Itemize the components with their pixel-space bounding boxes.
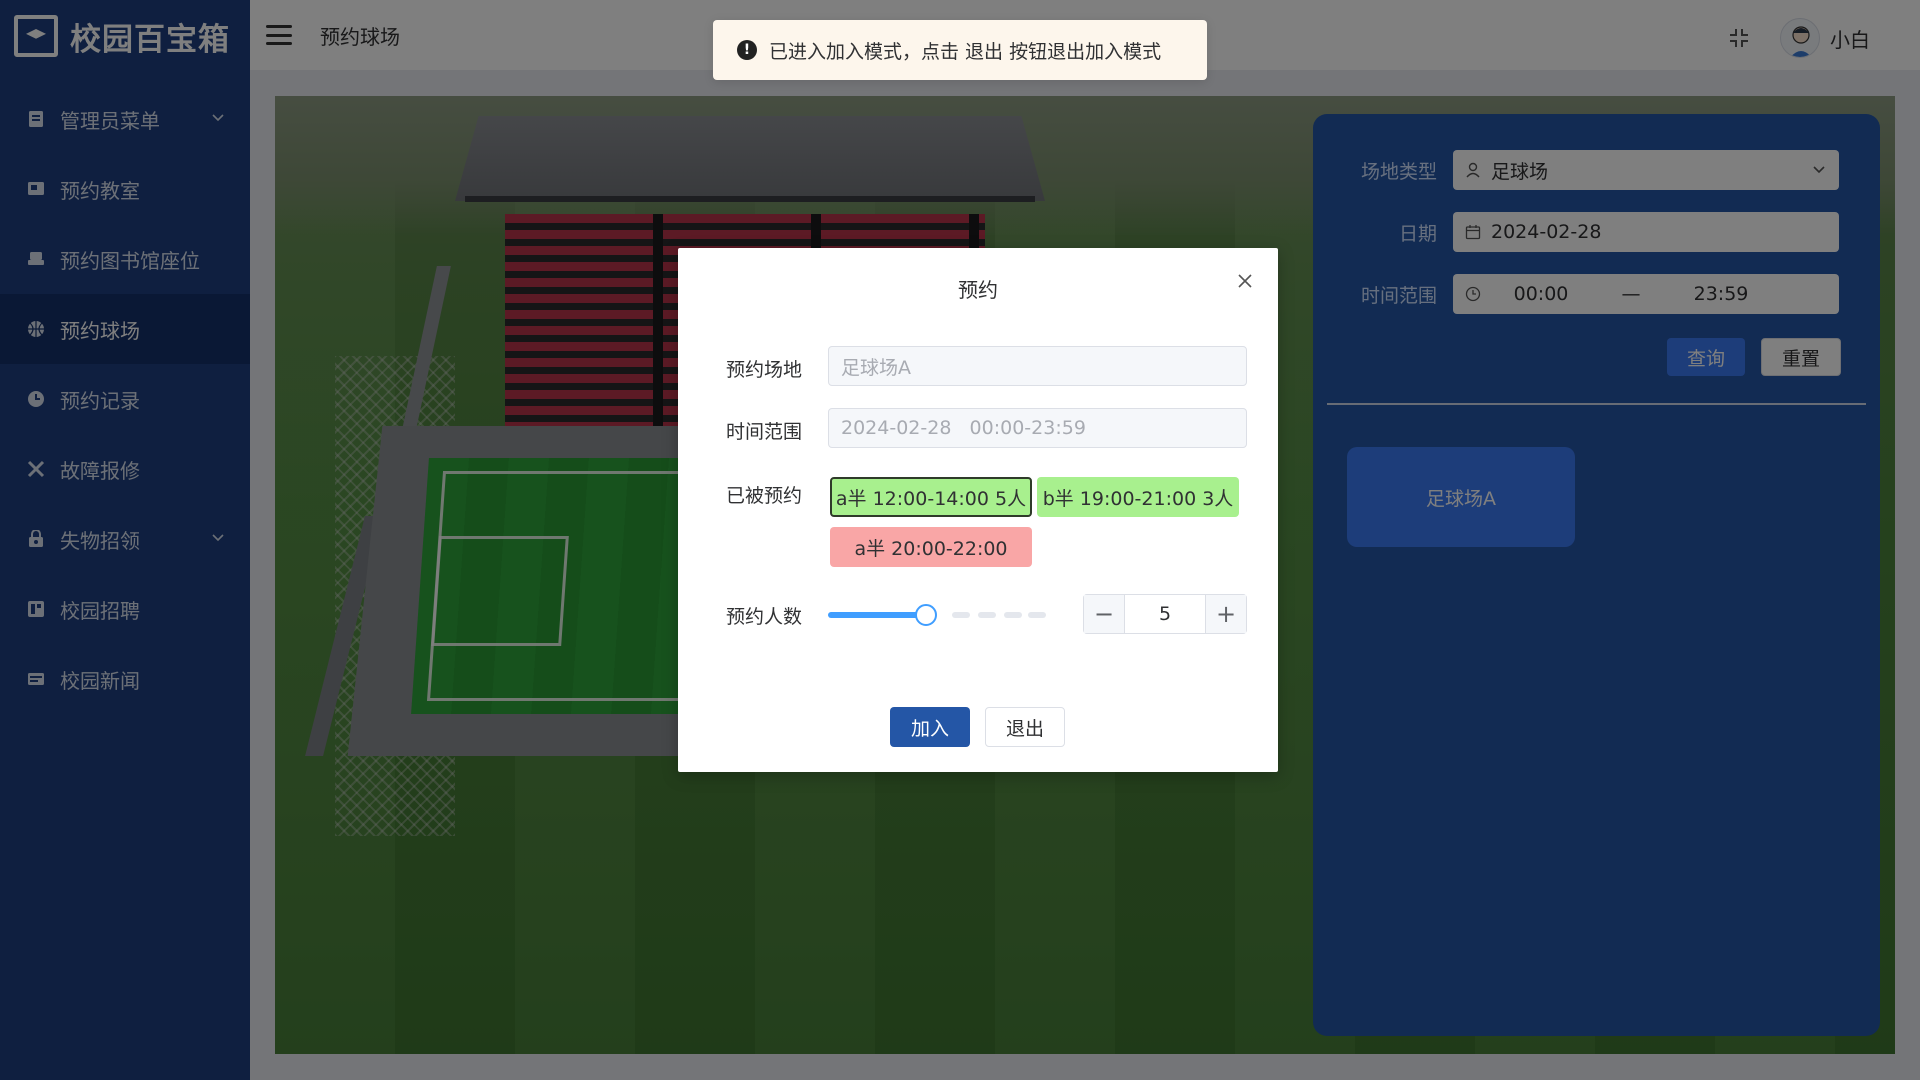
booked-slot-tag[interactable]: b半 19:00-21:00 3人 [1037, 477, 1239, 517]
slider-thumb[interactable] [915, 604, 937, 626]
warning-icon: ! [737, 40, 757, 60]
exit-button[interactable]: 退出 [985, 707, 1065, 747]
count-stepper: − 5 + [1083, 594, 1247, 634]
dialog-title: 预约 [958, 278, 998, 302]
count-value[interactable]: 5 [1124, 595, 1206, 633]
decrement-button[interactable]: − [1084, 595, 1124, 633]
booking-dialog: 预约 预约场地 足球场A 时间范围 2024-02-28 00:00-23:59… [678, 248, 1278, 772]
count-slider[interactable] [828, 604, 1046, 626]
booked-slot-tag[interactable]: a半 12:00-14:00 5人 [830, 477, 1032, 517]
time-range-label: 时间范围 [726, 421, 803, 443]
increment-button[interactable]: + [1206, 595, 1246, 633]
slider-stop [1004, 612, 1022, 618]
venue-field: 足球场A [828, 346, 1247, 386]
slider-stop [1028, 612, 1046, 618]
slider-stop [952, 612, 970, 618]
booked-label: 已被预约 [726, 485, 803, 507]
join-button[interactable]: 加入 [890, 707, 970, 747]
modal-overlay-right [1895, 96, 1920, 1080]
modal-overlay-bottom [275, 1054, 1895, 1080]
booked-slot-tag[interactable]: a半 20:00-22:00 [830, 527, 1032, 567]
slider-stop [978, 612, 996, 618]
count-label: 预约人数 [726, 606, 803, 628]
venue-label: 预约场地 [726, 359, 803, 381]
slider-fill [828, 612, 926, 618]
time-range-field: 2024-02-28 00:00-23:59 [828, 408, 1247, 448]
info-message: ! 已进入加入模式，点击 退出 按钮退出加入模式 [713, 20, 1207, 80]
message-text: 已进入加入模式，点击 退出 按钮退出加入模式 [769, 40, 1162, 63]
close-icon[interactable] [1236, 272, 1254, 290]
modal-overlay-left [0, 96, 275, 1080]
